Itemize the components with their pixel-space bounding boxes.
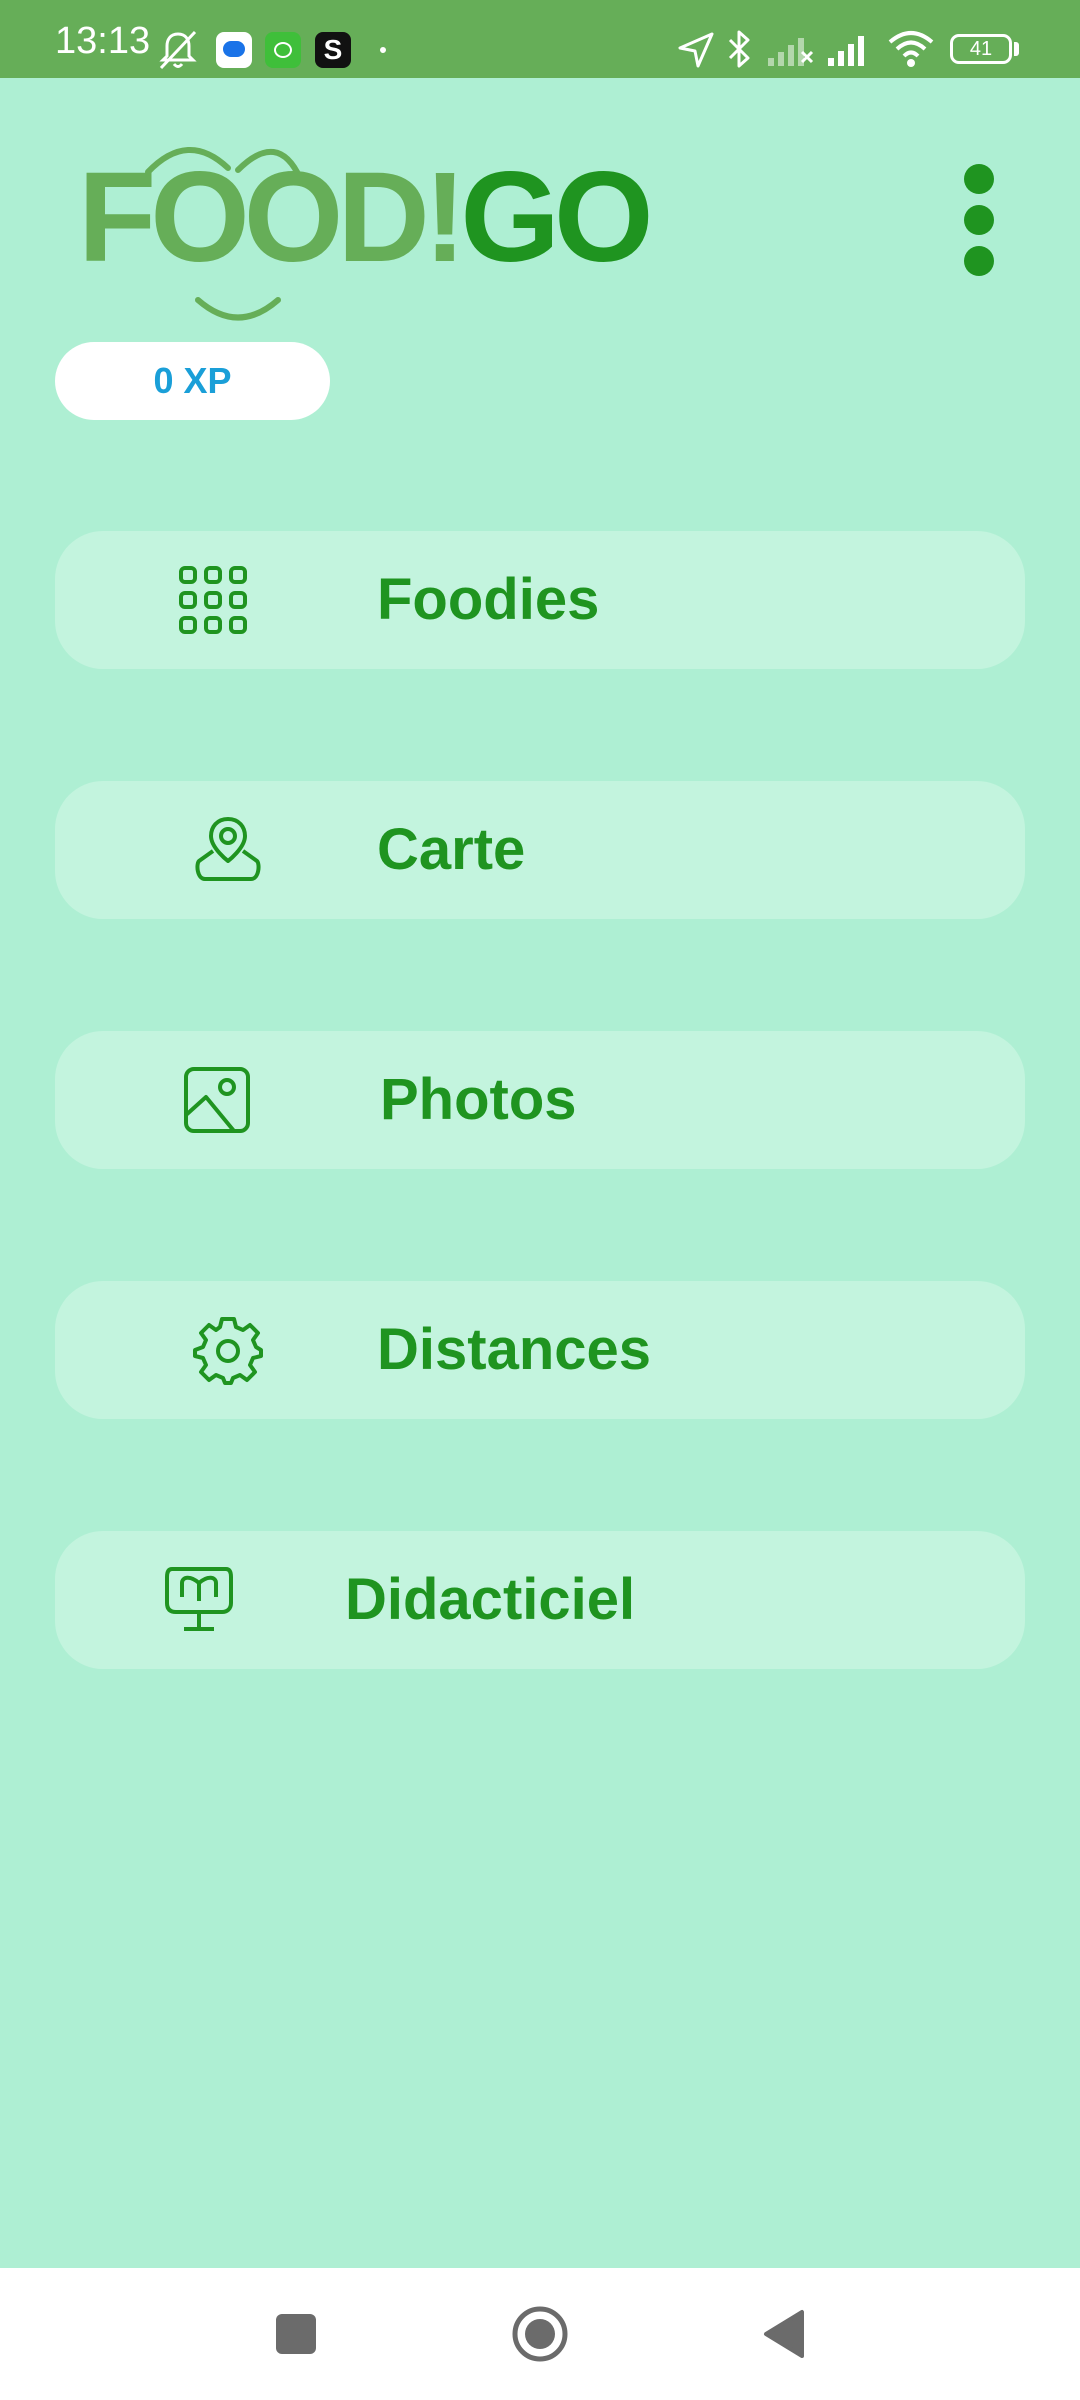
- cat-app-icon: [265, 32, 301, 68]
- messages-app-icon: [216, 32, 252, 68]
- carte-button[interactable]: Carte: [55, 781, 1025, 919]
- distances-button[interactable]: Distances: [55, 1281, 1025, 1419]
- grid-icon: [179, 566, 247, 634]
- bluetooth-icon: [728, 30, 750, 68]
- notifications-muted-icon: [159, 30, 197, 70]
- xp-badge: 0 XP: [55, 342, 330, 420]
- wifi-icon: [888, 31, 934, 67]
- foodies-label: Foodies: [377, 567, 600, 632]
- dot-icon: [380, 47, 386, 53]
- s-app-icon: S: [315, 32, 351, 68]
- didacticiel-button[interactable]: Didacticiel: [55, 1531, 1025, 1669]
- signal-off-icon: [768, 38, 814, 66]
- tutorial-board-icon: [165, 1567, 233, 1631]
- more-vertical-icon[interactable]: [955, 160, 1005, 280]
- back-triangle-icon[interactable]: [752, 2302, 816, 2366]
- status-time: 13:13: [55, 20, 151, 62]
- app-screen: 13:13 S 41 FOOD!GO 0 XP Foodies Carte Ph…: [0, 0, 1080, 2400]
- status-bar: 13:13 S 41: [0, 0, 1080, 78]
- carte-label: Carte: [377, 817, 526, 882]
- photos-label: Photos: [380, 1067, 577, 1132]
- location-icon: [678, 32, 714, 68]
- recents-square-icon[interactable]: [264, 2302, 328, 2366]
- foodies-button[interactable]: Foodies: [55, 531, 1025, 669]
- battery-icon: 41: [950, 34, 1012, 64]
- photos-button[interactable]: Photos: [55, 1031, 1025, 1169]
- battery-cap: [1014, 42, 1019, 56]
- gear-icon: [193, 1317, 263, 1385]
- home-circle-icon[interactable]: [508, 2302, 572, 2366]
- image-icon: [184, 1067, 250, 1133]
- didacticiel-label: Didacticiel: [345, 1567, 636, 1632]
- navigation-bar: [0, 2268, 1080, 2400]
- foodigo-logo: FOOD!GO: [78, 130, 654, 330]
- distances-label: Distances: [377, 1317, 652, 1382]
- map-pin-icon: [195, 817, 261, 881]
- signal-icon: [828, 36, 864, 66]
- logo-face-icon: [145, 146, 303, 321]
